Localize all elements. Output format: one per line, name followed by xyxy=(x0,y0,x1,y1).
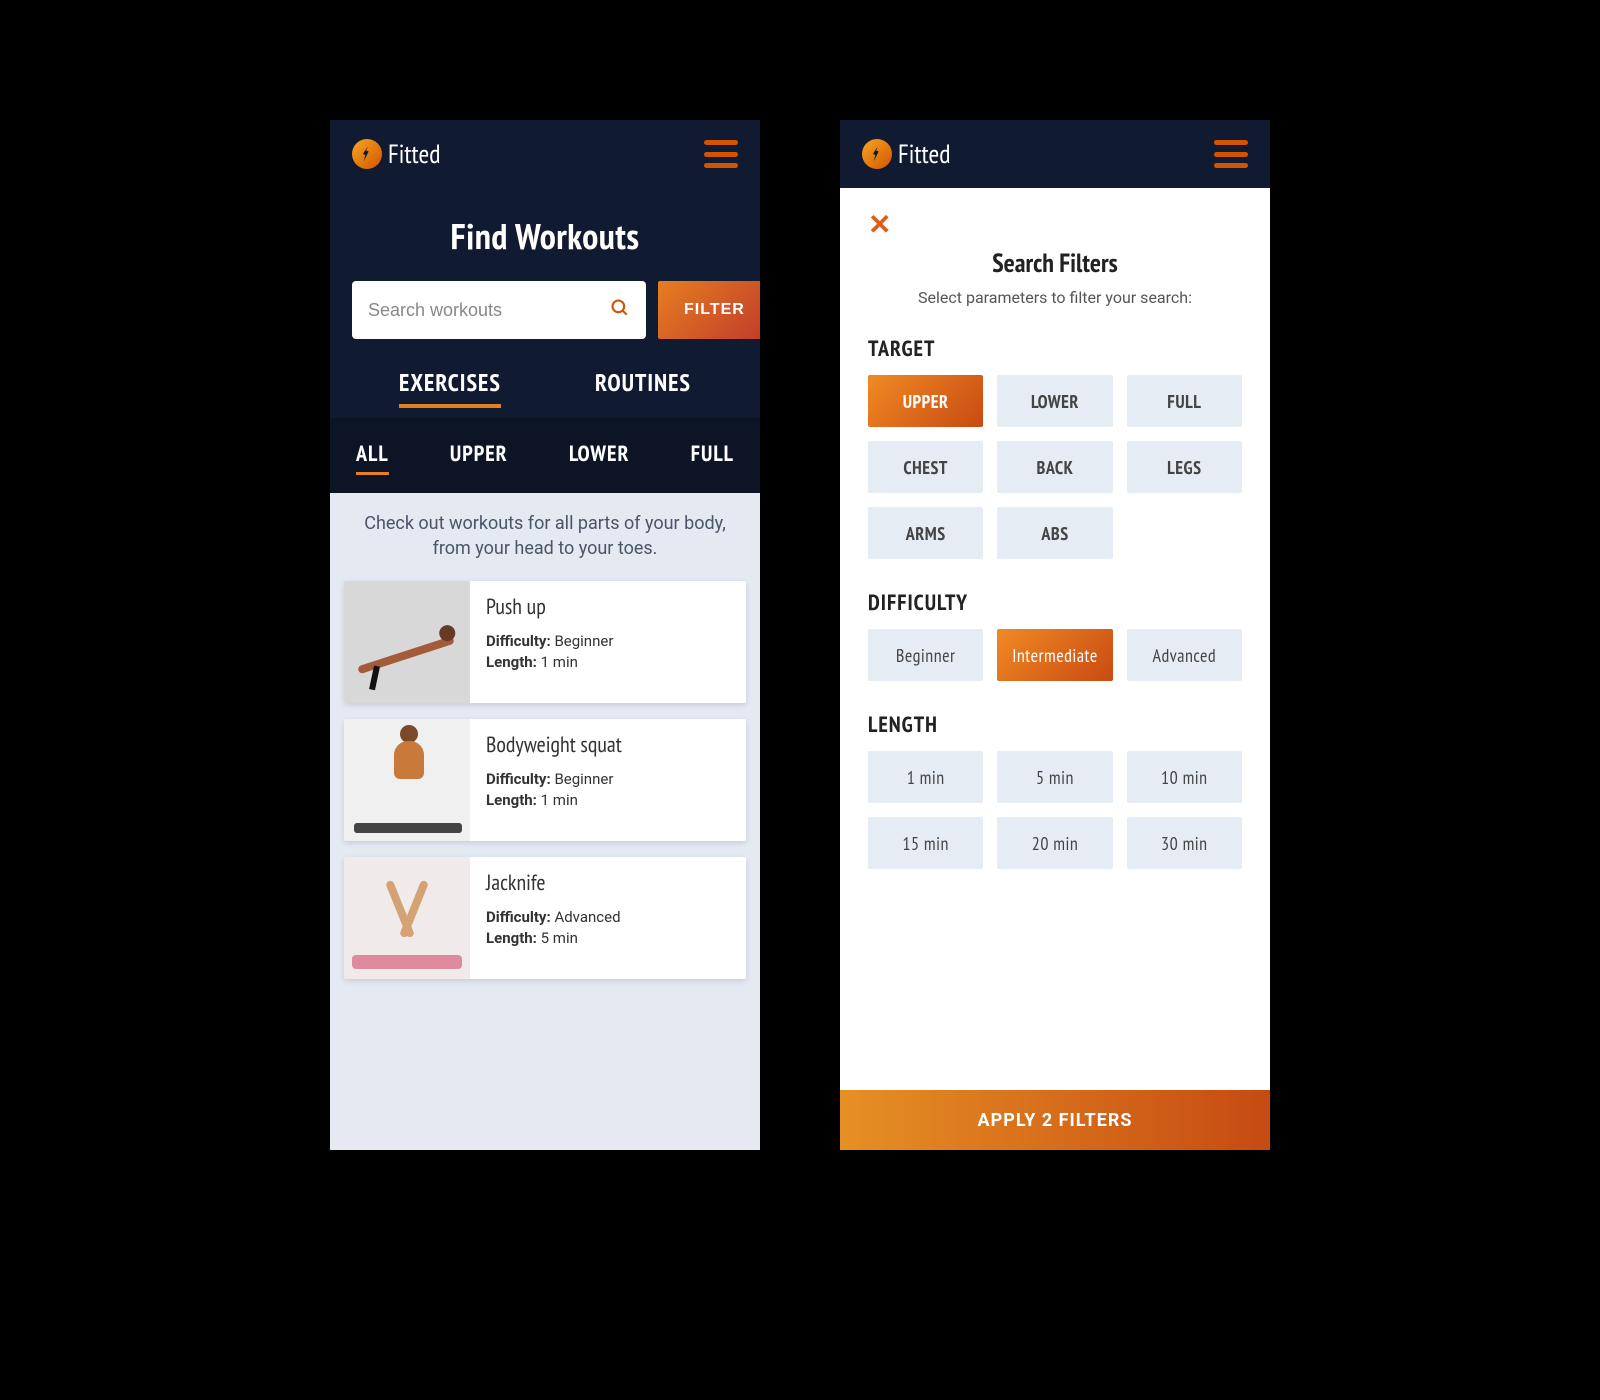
chip-diff-intermediate[interactable]: Intermediate xyxy=(997,629,1112,681)
length-chip-grid: 1 min 5 min 10 min 15 min 20 min 30 min xyxy=(868,751,1242,869)
chip-target-upper[interactable]: UPPER xyxy=(868,375,983,427)
intro-text: Check out workouts for all parts of your… xyxy=(344,511,746,561)
chip-diff-advanced[interactable]: Advanced xyxy=(1127,629,1242,681)
chip-target-lower[interactable]: LOWER xyxy=(997,375,1112,427)
phone-search-filters: Fitted ✕ Search Filters Select parameter… xyxy=(840,120,1270,1150)
chip-len-15[interactable]: 15 min xyxy=(868,817,983,869)
chip-target-full[interactable]: FULL xyxy=(1127,375,1242,427)
brand: Fitted xyxy=(352,138,440,171)
chip-target-chest[interactable]: CHEST xyxy=(868,441,983,493)
difficulty-chip-grid: Beginner Intermediate Advanced xyxy=(868,629,1242,681)
section-label-target: TARGET xyxy=(868,335,1242,363)
workout-title: Jacknife xyxy=(486,869,730,897)
tab-exercises[interactable]: EXERCISES xyxy=(399,367,501,408)
app-logo-icon xyxy=(352,139,382,169)
chip-len-20[interactable]: 20 min xyxy=(997,817,1112,869)
target-chip-grid: UPPER LOWER FULL CHEST BACK LEGS ARMS AB… xyxy=(868,375,1242,559)
chip-len-5[interactable]: 5 min xyxy=(997,751,1112,803)
search-input[interactable] xyxy=(368,300,600,321)
chip-target-arms[interactable]: ARMS xyxy=(868,507,983,559)
app-logo-icon xyxy=(862,139,892,169)
chip-target-abs[interactable]: ABS xyxy=(997,507,1112,559)
close-icon[interactable]: ✕ xyxy=(868,208,898,241)
workout-title: Bodyweight squat xyxy=(486,731,730,759)
length-value: 1 min xyxy=(541,791,578,809)
filter-subtitle: Select parameters to filter your search: xyxy=(868,288,1242,307)
length-label: Length: xyxy=(486,929,537,947)
workout-card[interactable]: Push up Difficulty: Beginner Length: 1 m… xyxy=(344,581,746,703)
app-header: Fitted xyxy=(330,120,760,188)
length-value: 5 min xyxy=(541,929,578,947)
workout-title: Push up xyxy=(486,593,730,621)
chip-diff-beginner[interactable]: Beginner xyxy=(868,629,983,681)
workout-meta: Difficulty: Beginner Length: 1 min xyxy=(486,631,730,673)
sub-tabs: ALL UPPER LOWER FULL xyxy=(330,418,760,493)
workout-card-body: Push up Difficulty: Beginner Length: 1 m… xyxy=(470,581,746,703)
filter-title: Search Filters xyxy=(868,247,1242,280)
chip-target-back[interactable]: BACK xyxy=(997,441,1112,493)
subtab-full[interactable]: FULL xyxy=(691,440,734,475)
workout-card-body: Jacknife Difficulty: Advanced Length: 5 … xyxy=(470,857,746,979)
workout-card-body: Bodyweight squat Difficulty: Beginner Le… xyxy=(470,719,746,841)
difficulty-label: Difficulty: xyxy=(486,632,551,650)
difficulty-value: Beginner xyxy=(554,770,613,788)
section-label-difficulty: DIFFICULTY xyxy=(868,589,1242,617)
tab-routines[interactable]: ROUTINES xyxy=(595,367,691,408)
hero-section: Find Workouts FILTER EXERCISES ROUTINES xyxy=(330,188,760,418)
length-value: 1 min xyxy=(541,653,578,671)
main-tabs: EXERCISES ROUTINES xyxy=(352,367,738,418)
filter-panel: ✕ Search Filters Select parameters to fi… xyxy=(840,188,1270,1150)
difficulty-label: Difficulty: xyxy=(486,908,551,926)
brand: Fitted xyxy=(862,138,950,171)
subtab-lower[interactable]: LOWER xyxy=(569,440,630,475)
subtab-upper[interactable]: UPPER xyxy=(450,440,508,475)
chip-len-1[interactable]: 1 min xyxy=(868,751,983,803)
workout-thumbnail xyxy=(344,581,470,703)
workout-meta: Difficulty: Advanced Length: 5 min xyxy=(486,907,730,949)
subtab-all[interactable]: ALL xyxy=(356,440,389,475)
search-box[interactable] xyxy=(352,281,646,339)
workout-card[interactable]: Bodyweight squat Difficulty: Beginner Le… xyxy=(344,719,746,841)
difficulty-label: Difficulty: xyxy=(486,770,551,788)
chip-len-30[interactable]: 30 min xyxy=(1127,817,1242,869)
phone-find-workouts: Fitted Find Workouts FILTER EXERCISES RO… xyxy=(330,120,760,1150)
filter-button[interactable]: FILTER xyxy=(658,281,760,339)
length-label: Length: xyxy=(486,791,537,809)
difficulty-value: Advanced xyxy=(554,908,620,926)
workout-thumbnail xyxy=(344,857,470,979)
menu-icon[interactable] xyxy=(704,140,738,168)
app-header: Fitted xyxy=(840,120,1270,188)
workout-meta: Difficulty: Beginner Length: 1 min xyxy=(486,769,730,811)
difficulty-value: Beginner xyxy=(554,632,613,650)
chip-target-legs[interactable]: LEGS xyxy=(1127,441,1242,493)
section-label-length: LENGTH xyxy=(868,711,1242,739)
workout-list-area: Check out workouts for all parts of your… xyxy=(330,493,760,1150)
brand-name: Fitted xyxy=(388,138,440,171)
search-icon[interactable] xyxy=(610,298,630,323)
page-title: Find Workouts xyxy=(352,212,738,259)
brand-name: Fitted xyxy=(898,138,950,171)
apply-filters-button[interactable]: APPLY 2 FILTERS xyxy=(840,1090,1270,1150)
search-row: FILTER xyxy=(352,281,738,339)
chip-len-10[interactable]: 10 min xyxy=(1127,751,1242,803)
workout-card[interactable]: Jacknife Difficulty: Advanced Length: 5 … xyxy=(344,857,746,979)
length-label: Length: xyxy=(486,653,537,671)
workout-thumbnail xyxy=(344,719,470,841)
menu-icon[interactable] xyxy=(1214,140,1248,168)
